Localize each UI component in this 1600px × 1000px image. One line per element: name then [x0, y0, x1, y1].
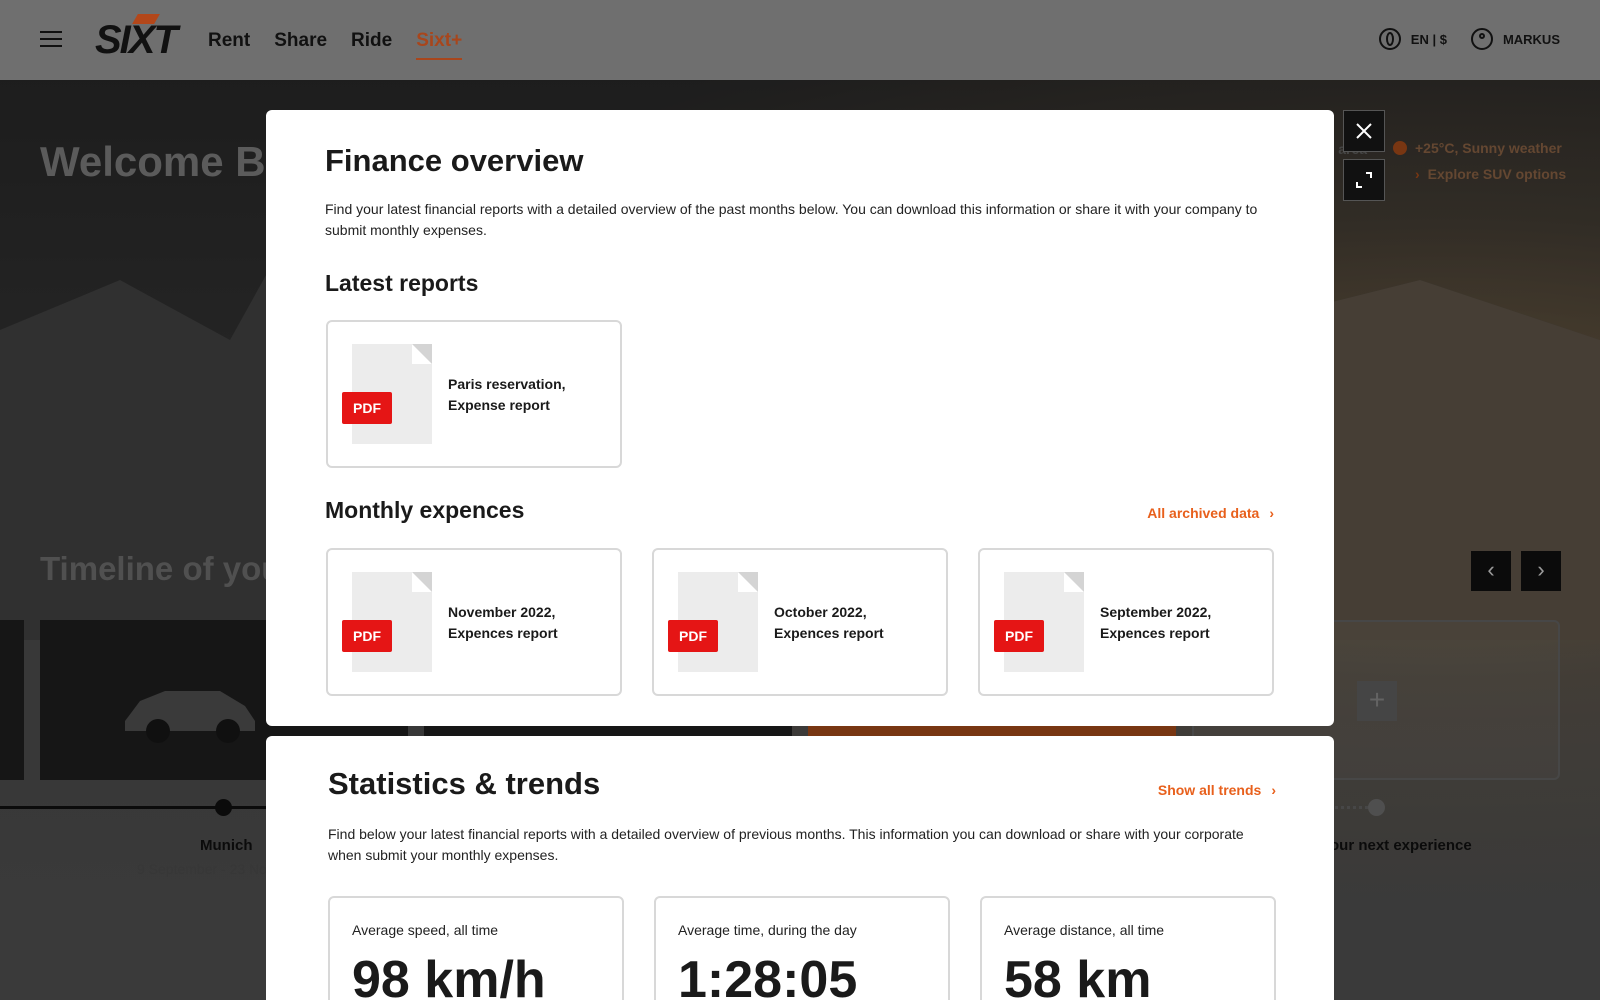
pdf-badge: PDF — [342, 392, 392, 424]
finance-overview-modal: Finance overview Find your latest financ… — [266, 110, 1334, 726]
pdf-badge: PDF — [342, 620, 392, 652]
stat-label: Average speed, all time — [352, 922, 499, 938]
stat-card-distance: Average distance, all time 58 km — [980, 896, 1276, 1000]
stat-label: Average distance, all time — [1004, 922, 1165, 938]
expand-button[interactable] — [1343, 159, 1385, 201]
report-card-october[interactable]: PDF October 2022, Expences report — [652, 548, 948, 696]
report-label: Paris reservation, Expense report — [448, 376, 566, 413]
stat-label: Average time, during the day — [678, 922, 857, 938]
pdf-badge: PDF — [668, 620, 718, 652]
stat-value: 1:28:05 — [678, 951, 858, 1000]
header-dim — [0, 0, 1600, 80]
stat-card-speed: Average speed, all time 98 km/h — [328, 896, 624, 1000]
stats-title: Statistics & trends — [328, 766, 601, 801]
statistics-panel: Statistics & trends Show all trends › Fin… — [266, 736, 1334, 1000]
monthly-expenses-heading: Monthly expences — [325, 497, 525, 523]
report-label: October 2022, Expences report — [774, 604, 884, 641]
show-all-trends-link[interactable]: Show all trends › — [1158, 782, 1276, 798]
report-card-september[interactable]: PDF September 2022, Expences report — [978, 548, 1274, 696]
chevron-right-icon: › — [1269, 505, 1274, 521]
report-card-paris[interactable]: PDF Paris reservation, Expense report — [326, 320, 622, 468]
report-card-november[interactable]: PDF November 2022, Expences report — [326, 548, 622, 696]
modal-description: Find your latest financial reports with … — [325, 201, 1258, 239]
pdf-badge: PDF — [994, 620, 1044, 652]
chevron-right-icon: › — [1271, 782, 1276, 798]
close-button[interactable] — [1343, 110, 1385, 152]
latest-reports-heading: Latest reports — [325, 270, 479, 296]
stat-value: 58 km — [1004, 951, 1152, 1000]
modal-title: Finance overview — [325, 143, 584, 178]
stat-value: 98 km/h — [352, 951, 546, 1000]
report-label: September 2022, Expences report — [1100, 604, 1212, 641]
expand-icon — [1356, 172, 1372, 188]
all-archived-data-link[interactable]: All archived data › — [1147, 505, 1274, 521]
stats-description: Find below your latest financial reports… — [328, 826, 1244, 863]
close-icon — [1356, 123, 1372, 139]
report-label: November 2022, Expences report — [448, 604, 558, 641]
stat-card-time: Average time, during the day 1:28:05 — [654, 896, 950, 1000]
